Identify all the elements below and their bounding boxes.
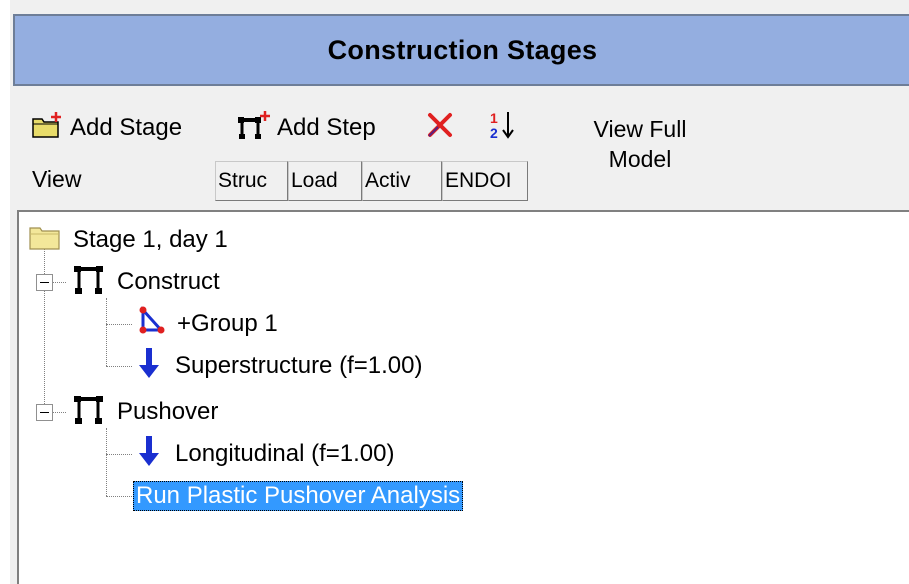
tree-line — [106, 366, 132, 367]
tree-item-step[interactable]: Construct — [73, 264, 220, 300]
view-full-model-button[interactable]: View Full Model — [575, 114, 705, 174]
sort-1-2-icon: 1 2 — [488, 109, 518, 148]
svg-text:1: 1 — [490, 110, 498, 126]
delete-button[interactable] — [425, 108, 455, 148]
panel-title-bar: Construction Stages — [13, 14, 909, 86]
stage-label: Stage 1, day 1 — [73, 226, 228, 253]
tree-item-analysis[interactable]: Run Plastic Pushover Analysis — [133, 478, 464, 514]
view-column-headers: Struc Load Activ ENDOI — [215, 161, 528, 201]
view-label: View — [32, 166, 82, 192]
folder-icon — [29, 224, 61, 257]
tree-line — [106, 454, 132, 455]
load-arrow-icon — [135, 435, 163, 474]
column-header-endoi[interactable]: ENDOI — [442, 161, 528, 201]
tree-line — [106, 428, 107, 496]
panel-title: Construction Stages — [327, 34, 598, 65]
add-step-button[interactable]: Add Step — [235, 108, 376, 148]
sort-button[interactable]: 1 2 — [488, 108, 518, 148]
group-label: +Group 1 — [177, 310, 278, 337]
tree-line — [106, 324, 132, 325]
tree-item-stage[interactable]: Stage 1, day 1 — [29, 222, 228, 258]
tree-item-load[interactable]: Superstructure (f=1.00) — [135, 347, 423, 386]
step-frame-icon — [73, 264, 107, 301]
collapse-toggle[interactable] — [36, 274, 53, 291]
tree-line — [106, 298, 107, 366]
tree-item-group[interactable]: +Group 1 — [135, 305, 278, 343]
add-step-icon — [235, 110, 271, 147]
add-step-label: Add Step — [277, 114, 376, 141]
load-arrow-icon — [135, 347, 163, 386]
view-full-line2: Model — [608, 146, 672, 172]
add-stage-button[interactable]: Add Stage — [30, 108, 182, 148]
load-label: Longitudinal (f=1.00) — [175, 440, 395, 467]
tree-item-load[interactable]: Longitudinal (f=1.00) — [135, 435, 395, 474]
tree-line — [44, 248, 45, 412]
window-left-edge — [0, 0, 10, 584]
add-stage-label: Add Stage — [70, 114, 183, 141]
svg-text:2: 2 — [490, 125, 498, 141]
construction-stages-panel: Construction Stages Add Stage Add Step 1… — [10, 0, 909, 584]
column-header-struc[interactable]: Struc — [215, 161, 288, 201]
tree-line — [106, 496, 132, 497]
step-label: Pushover — [117, 398, 219, 425]
stages-tree-view[interactable]: Stage 1, day 1 Construct +Group 1 Supers… — [17, 210, 909, 584]
column-header-activ[interactable]: Activ — [362, 161, 442, 201]
step-label: Construct — [117, 268, 220, 295]
red-x-icon — [425, 110, 455, 147]
add-folder-icon — [30, 110, 64, 147]
view-full-line1: View Full — [593, 116, 687, 142]
step-frame-icon — [73, 394, 107, 431]
column-header-load[interactable]: Load — [288, 161, 362, 201]
group-triangle-icon — [135, 305, 169, 343]
load-label: Superstructure (f=1.00) — [175, 352, 423, 379]
collapse-toggle[interactable] — [36, 404, 53, 421]
analysis-label: Run Plastic Pushover Analysis — [133, 481, 464, 511]
tree-item-step[interactable]: Pushover — [73, 394, 218, 430]
